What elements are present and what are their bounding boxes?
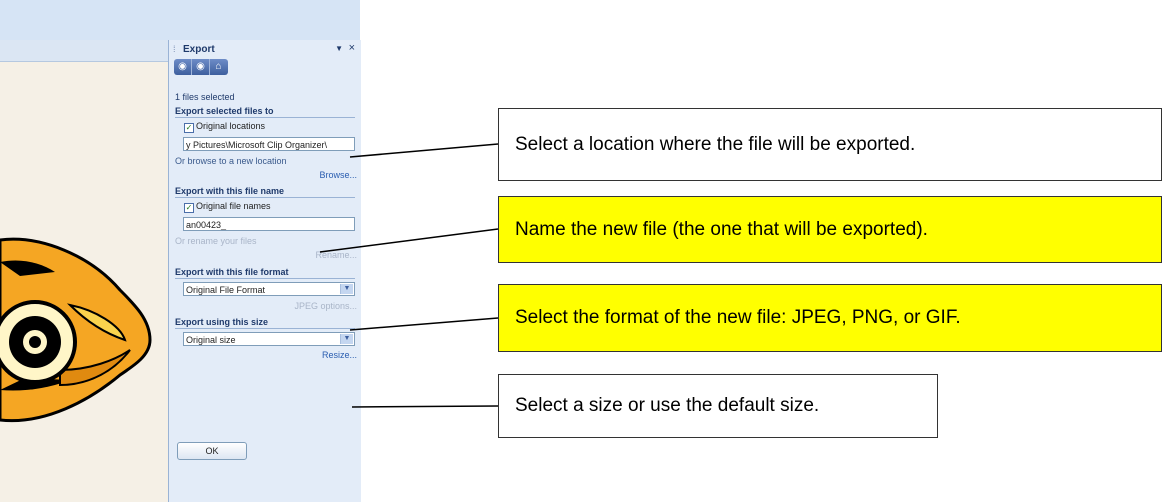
connector-line-name [319, 228, 499, 253]
connector-line-size [351, 405, 499, 408]
callout-connector-lines [319, 143, 499, 408]
connector-line-format [349, 317, 499, 331]
connector-line-location [349, 143, 499, 158]
